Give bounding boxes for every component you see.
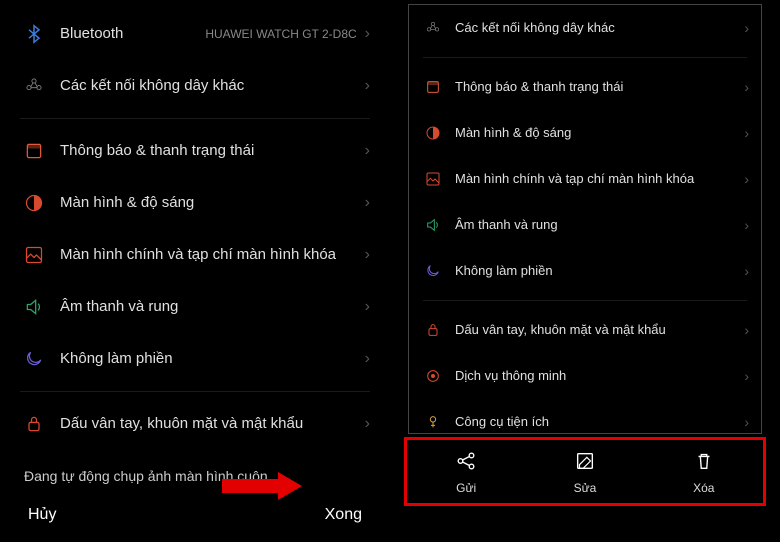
settings-item-brightness[interactable]: Màn hình & độ sáng›: [12, 177, 378, 229]
item-subtext: HUAWEI WATCH GT 2-D8C: [205, 27, 364, 41]
notification-icon: [20, 141, 48, 161]
brightness-icon: [421, 125, 445, 141]
divider: [423, 300, 747, 301]
action-bar: Gửi Sửa Xóa: [404, 437, 766, 506]
item-label: Dịch vụ thông minh: [445, 368, 744, 385]
chevron-right-icon: ›: [365, 142, 370, 160]
item-label: Các kết nối không dây khác: [445, 20, 744, 37]
scroll-preview-frame: Các kết nối không dây khác›Thông báo & t…: [408, 4, 762, 434]
divider: [20, 391, 370, 392]
item-label: Các kết nối không dây khác: [48, 76, 365, 96]
delete-action[interactable]: Xóa: [693, 450, 715, 495]
fingerprint-icon: [421, 322, 445, 338]
wallpaper-icon: [20, 245, 48, 265]
edit-action[interactable]: Sửa: [574, 450, 597, 495]
dnd-icon: [20, 349, 48, 369]
settings-list-right: Các kết nối không dây khác›Thông báo & t…: [409, 5, 761, 434]
connections-icon: [421, 20, 445, 36]
action-label: Gửi: [456, 481, 476, 495]
settings-item-notification[interactable]: Thông báo & thanh trạng thái›: [12, 125, 378, 177]
settings-item-smart[interactable]: Dịch vụ thông minh›: [415, 353, 755, 399]
chevron-right-icon: ›: [365, 77, 370, 95]
settings-item-connections[interactable]: Các kết nối không dây khác›: [12, 60, 378, 112]
item-label: Không làm phiền: [48, 349, 365, 369]
chevron-right-icon: ›: [744, 368, 749, 384]
done-button[interactable]: Xong: [325, 506, 362, 524]
settings-item-sound[interactable]: Âm thanh và rung›: [415, 202, 755, 248]
item-label: Màn hình chính và tạp chí màn hình khóa: [445, 171, 744, 188]
delete-icon: [693, 450, 715, 477]
settings-item-sound[interactable]: Âm thanh và rung›: [12, 281, 378, 333]
item-label: Không làm phiền: [445, 263, 744, 280]
chevron-right-icon: ›: [744, 414, 749, 430]
action-label: Sửa: [574, 481, 597, 495]
item-label: Màn hình & độ sáng: [48, 193, 365, 213]
edit-icon: [574, 450, 596, 477]
brightness-icon: [20, 193, 48, 213]
settings-item-connections[interactable]: Các kết nối không dây khác›: [415, 5, 755, 51]
item-label: Bluetooth: [48, 24, 205, 44]
chevron-right-icon: ›: [744, 125, 749, 141]
item-label: Công cụ tiện ích: [445, 414, 744, 431]
settings-item-dnd[interactable]: Không làm phiền›: [12, 333, 378, 385]
item-label: Dấu vân tay, khuôn mặt và mật khẩu: [445, 322, 744, 339]
settings-item-wallpaper[interactable]: Màn hình chính và tạp chí màn hình khóa›: [12, 229, 378, 281]
item-label: Âm thanh và rung: [48, 297, 365, 317]
tools-icon: [421, 414, 445, 430]
smart-icon: [421, 368, 445, 384]
screen-right: Các kết nối không dây khác›Thông báo & t…: [390, 0, 780, 520]
bluetooth-icon: [20, 24, 48, 44]
bottom-bar: Hủy Xong: [0, 496, 390, 542]
chevron-right-icon: ›: [744, 322, 749, 338]
annotation-arrow: [222, 472, 302, 500]
chevron-right-icon: ›: [744, 217, 749, 233]
chevron-right-icon: ›: [365, 415, 370, 433]
item-label: Dấu vân tay, khuôn mặt và mật khẩu: [48, 414, 365, 434]
item-label: Màn hình chính và tạp chí màn hình khóa: [48, 245, 365, 265]
sound-icon: [421, 217, 445, 233]
dnd-icon: [421, 263, 445, 279]
settings-item-fingerprint[interactable]: Dấu vân tay, khuôn mặt và mật khẩu›: [415, 307, 755, 353]
divider: [423, 57, 747, 58]
fingerprint-icon: [20, 414, 48, 434]
connections-icon: [20, 76, 48, 96]
item-label: Âm thanh và rung: [445, 217, 744, 234]
settings-item-tools[interactable]: Công cụ tiện ích›: [415, 399, 755, 434]
settings-list-left: BluetoothHUAWEI WATCH GT 2-D8C›Các kết n…: [0, 8, 390, 450]
notification-icon: [421, 79, 445, 95]
settings-item-wallpaper[interactable]: Màn hình chính và tạp chí màn hình khóa›: [415, 156, 755, 202]
chevron-right-icon: ›: [365, 246, 370, 264]
share-icon: [455, 450, 477, 477]
sound-icon: [20, 297, 48, 317]
chevron-right-icon: ›: [744, 171, 749, 187]
action-label: Xóa: [693, 481, 714, 495]
share-action[interactable]: Gửi: [455, 450, 477, 495]
chevron-right-icon: ›: [365, 25, 370, 43]
chevron-right-icon: ›: [744, 20, 749, 36]
settings-item-dnd[interactable]: Không làm phiền›: [415, 248, 755, 294]
item-label: Màn hình & độ sáng: [445, 125, 744, 142]
settings-item-notification[interactable]: Thông báo & thanh trạng thái›: [415, 64, 755, 110]
wallpaper-icon: [421, 171, 445, 187]
chevron-right-icon: ›: [365, 194, 370, 212]
cancel-button[interactable]: Hủy: [28, 506, 56, 524]
settings-item-fingerprint[interactable]: Dấu vân tay, khuôn mặt và mật khẩu›: [12, 398, 378, 450]
chevron-right-icon: ›: [744, 79, 749, 95]
settings-item-brightness[interactable]: Màn hình & độ sáng›: [415, 110, 755, 156]
chevron-right-icon: ›: [365, 350, 370, 368]
chevron-right-icon: ›: [365, 298, 370, 316]
scroll-status: Đang tự động chụp ảnh màn hình cuộn...: [0, 450, 390, 496]
divider: [20, 118, 370, 119]
chevron-right-icon: ›: [744, 263, 749, 279]
screen-left: BluetoothHUAWEI WATCH GT 2-D8C›Các kết n…: [0, 0, 390, 520]
settings-item-bluetooth[interactable]: BluetoothHUAWEI WATCH GT 2-D8C›: [12, 8, 378, 60]
item-label: Thông báo & thanh trạng thái: [445, 79, 744, 96]
item-label: Thông báo & thanh trạng thái: [48, 141, 365, 161]
